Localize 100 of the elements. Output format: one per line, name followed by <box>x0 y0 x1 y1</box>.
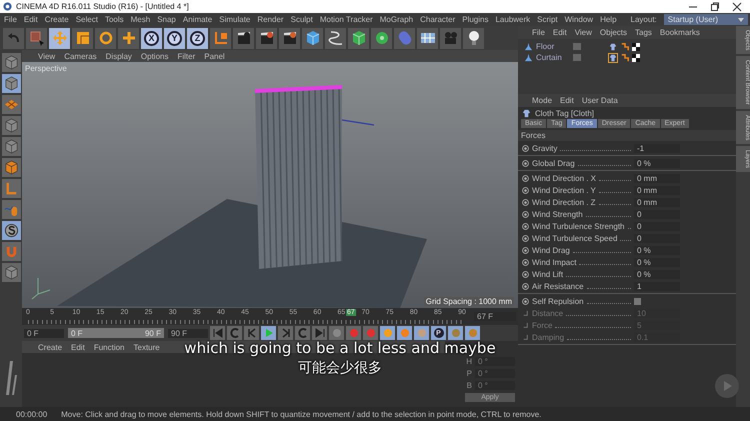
viewport-menu-item[interactable]: Display <box>106 52 132 60</box>
menu-item[interactable]: Help <box>600 15 617 24</box>
viewport[interactable]: Perspective Grid Spacing : 1000 mm <box>22 62 518 308</box>
checker-tag-icon[interactable] <box>632 54 640 62</box>
rotation-field[interactable]: 0 ° <box>475 369 515 378</box>
playback-button[interactable] <box>244 326 259 340</box>
playback-button[interactable] <box>295 326 310 340</box>
toolbar-tool[interactable] <box>72 28 93 48</box>
menu-item[interactable]: File <box>4 15 17 24</box>
mode-tool[interactable] <box>2 158 20 177</box>
toolbar-tool[interactable] <box>118 28 139 48</box>
menu-item[interactable]: MoGraph <box>380 15 414 24</box>
menu-item[interactable]: Simulate <box>219 15 250 24</box>
playback-button[interactable] <box>278 326 293 340</box>
menu-item[interactable]: Animate <box>182 15 212 24</box>
material-menu-item[interactable]: Function <box>94 342 124 352</box>
objects-menu-item[interactable]: Tags <box>635 28 652 37</box>
animate-dot-icon[interactable] <box>522 298 529 304</box>
menu-item[interactable]: Script <box>537 15 558 24</box>
toolbar-tool[interactable] <box>95 28 116 48</box>
menu-item[interactable]: Laubwerk <box>495 15 530 24</box>
menu-item[interactable]: Window <box>564 15 594 24</box>
layout-dropdown[interactable]: Startup (User) <box>664 14 748 25</box>
animate-dot-icon[interactable] <box>522 258 529 266</box>
toolbar-tool[interactable] <box>256 28 277 48</box>
axis-toggle[interactable]: Y <box>164 28 185 48</box>
menu-item[interactable]: Plugins <box>462 15 488 24</box>
viewport-menu-item[interactable]: Panel <box>204 52 225 60</box>
animate-dot-icon[interactable] <box>522 210 529 218</box>
menu-item[interactable]: Snap <box>157 15 176 24</box>
animate-dot-icon[interactable] <box>522 270 529 278</box>
mode-tool[interactable] <box>2 95 20 114</box>
playback-button[interactable] <box>210 326 225 340</box>
toolbar-tool[interactable] <box>463 28 484 48</box>
parameter-field[interactable]: 0 % <box>634 246 680 254</box>
toolbar-tool[interactable] <box>325 28 346 48</box>
viewport-menu-item[interactable]: Cameras <box>64 52 97 60</box>
toolbar-tool[interactable] <box>348 28 369 48</box>
attributes-menu-item[interactable]: Mode <box>532 96 552 105</box>
material-menu-item[interactable]: Create <box>38 342 62 352</box>
parameter-field[interactable]: 0 <box>634 234 680 242</box>
menu-item[interactable]: Create <box>44 15 69 24</box>
parameter-field[interactable]: 0 <box>634 210 680 218</box>
parameter-field[interactable]: 0 mm <box>634 198 680 206</box>
animate-dot-icon[interactable] <box>522 160 529 166</box>
mode-tool[interactable] <box>2 74 20 93</box>
objects-menu-item[interactable]: File <box>532 28 545 37</box>
parameter-field[interactable]: 0 % <box>634 158 680 168</box>
parameter-field[interactable]: 0 % <box>634 258 680 266</box>
axis-toggle[interactable]: Z <box>187 28 208 48</box>
parameter-field[interactable]: -1 <box>634 144 680 152</box>
viewport-menu-item[interactable]: Options <box>140 52 168 60</box>
parameter-field[interactable]: 0 mm <box>634 174 680 182</box>
parameter-field[interactable]: 1 <box>634 282 680 290</box>
start-frame-field[interactable]: 0 F <box>24 328 64 338</box>
animate-dot-icon[interactable] <box>522 186 529 194</box>
material-menu-item[interactable]: Texture <box>134 342 160 352</box>
mode-tool[interactable] <box>2 179 20 198</box>
playback-button[interactable] <box>312 326 327 340</box>
animate-dot-icon[interactable] <box>522 174 529 182</box>
menu-item[interactable]: Sculpt <box>290 15 313 24</box>
toolbar-tool[interactable] <box>302 28 323 48</box>
animate-dot-icon[interactable] <box>522 144 529 152</box>
current-frame-field[interactable]: 67 F <box>474 312 516 321</box>
mode-tool[interactable] <box>2 116 20 135</box>
cloth-tag-icon[interactable] <box>608 52 618 62</box>
toolbar-tool[interactable] <box>371 28 392 48</box>
toolbar-tool[interactable] <box>279 28 300 48</box>
object-name[interactable]: Floor <box>536 42 570 51</box>
viewport-menu-item[interactable]: View <box>38 52 56 60</box>
checker-tag-icon[interactable] <box>632 42 640 50</box>
animate-dot-icon[interactable] <box>522 234 529 242</box>
menu-item[interactable]: Render <box>257 15 284 24</box>
mode-tool[interactable] <box>2 221 20 240</box>
attributes-menu-item[interactable]: Edit <box>560 96 574 105</box>
mode-tool[interactable] <box>2 263 20 282</box>
animate-dot-icon[interactable] <box>522 222 529 230</box>
parameter-field[interactable]: 0 <box>634 222 680 230</box>
playback-button[interactable] <box>227 326 242 340</box>
objects-menu-item[interactable]: View <box>574 28 592 37</box>
end-frame-field[interactable]: 90 F <box>168 328 208 338</box>
cloth-tag-icon[interactable] <box>608 42 618 52</box>
axis-toggle[interactable]: X <box>141 28 162 48</box>
animate-dot-icon[interactable] <box>522 198 529 206</box>
objects-menu-item[interactable]: Bookmarks <box>660 28 700 37</box>
parameter-field[interactable]: 0 % <box>634 270 680 278</box>
objects-menu-item[interactable]: Edit <box>552 28 567 37</box>
maximize-icon[interactable] <box>710 2 720 12</box>
mode-tool[interactable] <box>2 242 20 261</box>
mode-tool[interactable] <box>2 53 20 72</box>
close-icon[interactable] <box>732 2 742 12</box>
play-icon[interactable] <box>714 373 740 399</box>
parameter-field[interactable]: 0 mm <box>634 186 680 194</box>
toolbar-tool[interactable] <box>233 28 254 48</box>
menu-item[interactable]: Edit <box>24 15 38 24</box>
menu-item[interactable]: Mesh <box>130 15 150 24</box>
mode-tool[interactable] <box>2 200 20 219</box>
mode-tool[interactable] <box>2 137 20 156</box>
object-name[interactable]: Curtain <box>536 53 570 62</box>
menu-item[interactable]: Tools <box>104 15 124 24</box>
